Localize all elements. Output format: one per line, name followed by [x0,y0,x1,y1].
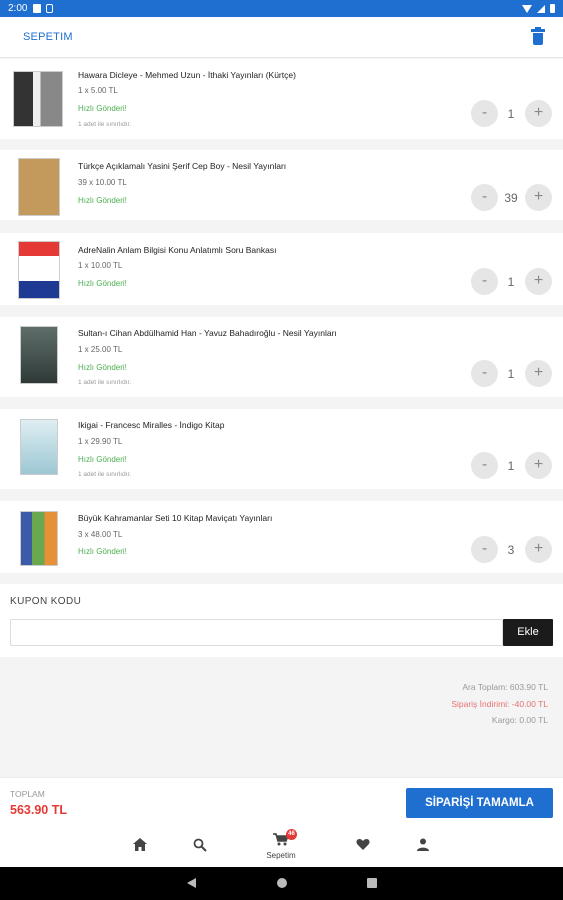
page-title: SEPETIM [23,31,73,43]
decrease-qty-button[interactable]: - [471,536,498,563]
trash-icon[interactable] [531,27,545,46]
item-price: 1 x 29.90 TL [78,437,123,446]
increase-qty-button[interactable]: + [525,452,552,479]
item-title[interactable]: Türkçe Açıklamalı Yasini Şerif Cep Boy -… [78,161,286,171]
discount-text: Sipariş İndirimi: -40.00 TL [451,699,548,709]
qty-value: 1 [507,367,515,381]
search-icon [193,838,207,852]
item-shipping: Hızlı Gönderi! [78,104,127,113]
system-home-icon[interactable] [277,878,287,888]
nav-search[interactable] [175,824,225,867]
item-limit-note: 1 adet ile sınırlıdır. [78,379,132,386]
cart-item: AdreNalin Anlam Bilgisi Konu Anlatımlı S… [0,233,563,305]
coupon-label: KUPON KODU [10,596,82,607]
nav-account[interactable] [398,824,448,867]
item-shipping: Hızlı Gönderi! [78,547,127,556]
recent-apps-icon[interactable] [367,878,377,888]
system-nav-bar [0,867,563,900]
book-cover-image [18,158,60,216]
item-title[interactable]: Büyük Kahramanlar Seti 10 Kitap Maviçatı… [78,513,272,523]
sd-card-icon [33,4,42,13]
subtotal-text: Ara Toplam: 603.90 TL [462,682,548,692]
item-price: 1 x 5.00 TL [78,86,118,95]
wifi-icon [522,4,532,13]
total-label: TOPLAM [10,789,45,799]
item-shipping: Hızlı Gönderi! [78,455,127,464]
item-title[interactable]: Ikigai - Francesc Miralles - İndigo Kita… [78,420,224,430]
item-price: 1 x 10.00 TL [78,261,123,270]
cart-item: Büyük Kahramanlar Seti 10 Kitap Maviçatı… [0,501,563,573]
cart-item: Ikigai - Francesc Miralles - İndigo Kita… [0,409,563,489]
book-cover-image [13,71,63,127]
cart-item: Türkçe Açıklamalı Yasini Şerif Cep Boy -… [0,150,563,220]
qty-value: 1 [507,107,515,121]
app-bar: SEPETIM [0,17,563,58]
book-cover-image [20,419,58,475]
nav-favorites[interactable] [338,824,388,867]
home-icon [133,838,147,851]
qty-value: 3 [507,543,515,557]
item-limit-note: 1 adet ile sınırlıdır. [78,471,132,478]
status-time: 2:00 [8,3,28,14]
item-shipping: Hızlı Gönderi! [78,363,127,372]
book-cover-image [20,326,58,384]
item-title[interactable]: Hawara Dicleye - Mehmed Uzun - İthaki Ya… [78,70,296,80]
cart-item: Hawara Dicleye - Mehmed Uzun - İthaki Ya… [0,59,563,139]
decrease-qty-button[interactable]: - [471,268,498,295]
item-price: 1 x 25.00 TL [78,345,123,354]
decrease-qty-button[interactable]: - [471,360,498,387]
increase-qty-button[interactable]: + [525,184,552,211]
decrease-qty-button[interactable]: - [471,452,498,479]
status-bar: 2:00 [0,0,563,17]
item-price: 39 x 10.00 TL [78,178,127,187]
item-shipping: Hızlı Gönderi! [78,196,127,205]
increase-qty-button[interactable]: + [525,268,552,295]
heart-icon [356,839,370,850]
coupon-section: KUPON KODU Ekle [0,584,563,657]
nav-cart[interactable]: 46 Sepetim [256,824,306,867]
nav-home[interactable] [115,824,165,867]
book-cover-image [18,241,60,299]
item-limit-note: 1 adet ile sınırlıdır. [78,121,132,128]
complete-order-button[interactable]: SİPARİŞİ TAMAMLA [406,788,553,818]
user-icon [417,838,429,851]
bottom-nav: 46 Sepetim [0,824,563,867]
decrease-qty-button[interactable]: - [471,100,498,127]
increase-qty-button[interactable]: + [525,100,552,127]
coupon-input[interactable] [10,619,503,646]
decrease-qty-button[interactable]: - [471,184,498,211]
increase-qty-button[interactable]: + [525,536,552,563]
cart-label: Sepetim [266,851,296,860]
item-price: 3 x 48.00 TL [78,530,123,539]
battery-icon [550,4,555,13]
cart-item: Sultan-ı Cihan Abdülhamid Han - Yavuz Ba… [0,317,563,397]
checkout-footer: TOPLAM 563.90 TL SİPARİŞİ TAMAMLA [0,777,563,824]
qty-value: 1 [507,459,515,473]
item-shipping: Hızlı Gönderi! [78,279,127,288]
item-title[interactable]: Sultan-ı Cihan Abdülhamid Han - Yavuz Ba… [78,328,337,338]
book-cover-image [20,511,58,566]
item-title[interactable]: AdreNalin Anlam Bilgisi Konu Anlatımlı S… [78,245,276,255]
signal-icon [537,4,545,13]
qty-value: 1 [507,275,515,289]
total-value: 563.90 TL [10,803,67,817]
cart-badge: 46 [286,829,297,840]
shipping-cost-text: Kargo: 0.00 TL [491,715,548,725]
notification-icon [46,4,54,13]
apply-coupon-button[interactable]: Ekle [503,619,553,646]
back-icon[interactable] [187,878,196,888]
increase-qty-button[interactable]: + [525,360,552,387]
qty-value: 39 [504,191,518,205]
